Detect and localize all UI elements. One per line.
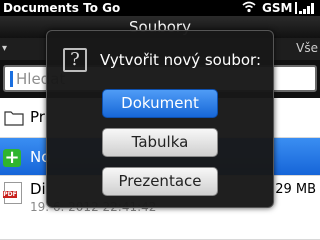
wifi-icon — [242, 1, 256, 13]
presentation-button[interactable]: Prezentace — [102, 167, 218, 196]
spreadsheet-button[interactable]: Tabulka — [102, 128, 218, 157]
file-name: Di — [30, 180, 46, 198]
folder-icon — [4, 111, 24, 126]
chevron-down-icon[interactable]: ▾ — [2, 43, 7, 54]
filter-all-label[interactable]: Vše — [296, 41, 318, 55]
carrier-label: GSM — [262, 1, 293, 15]
text-cursor — [10, 71, 13, 87]
file-size: 29 MB — [275, 182, 316, 197]
list-item-label: Pr — [30, 108, 45, 126]
plus-icon: + — [3, 147, 21, 168]
status-bar: Documents To Go GSM — [0, 0, 320, 16]
new-file-dialog: ? Vytvořit nový soubor: Dokument Tabulka… — [46, 30, 274, 208]
dialog-title: Vytvořit nový soubor: — [100, 51, 262, 69]
signal-strength-icon — [295, 2, 314, 14]
app-name: Documents To Go — [3, 1, 121, 15]
pdf-icon: PDF — [3, 182, 22, 204]
question-icon: ? — [63, 48, 87, 72]
document-button[interactable]: Dokument — [102, 89, 218, 118]
